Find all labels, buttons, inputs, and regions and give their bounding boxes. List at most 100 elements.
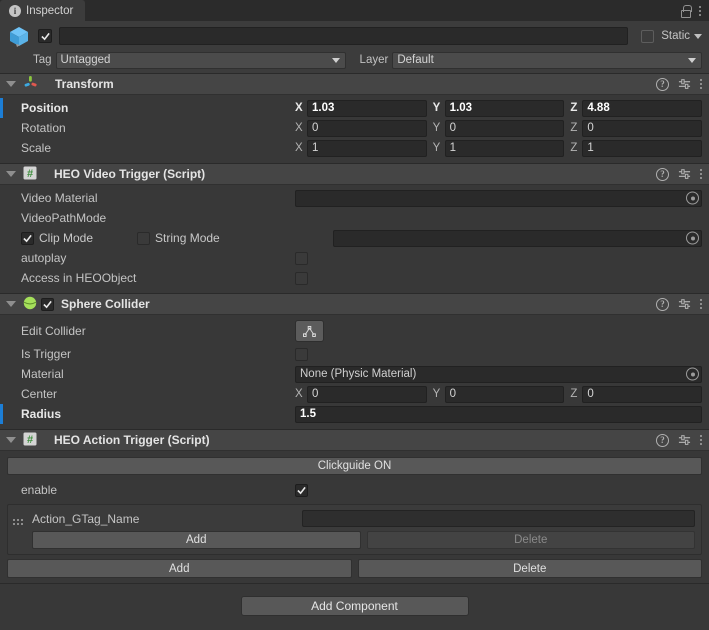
transform-rotation-row: Rotation X 0 Y 0 Z 0 (7, 118, 703, 138)
action-gtag-name-input[interactable] (302, 510, 695, 527)
sphere-collider-enabled-checkbox[interactable] (41, 297, 54, 311)
script-icon: # (23, 432, 37, 449)
is-trigger-checkbox[interactable] (295, 347, 308, 361)
static-label: Static (661, 30, 690, 42)
center-y-field[interactable]: Y 0 (432, 385, 565, 403)
preset-icon[interactable] (678, 434, 691, 447)
rotation-y-input[interactable]: 0 (444, 119, 565, 137)
axis-label-x: X (295, 388, 303, 400)
add-component-button[interactable]: Add Component (240, 596, 469, 616)
object-picker-icon[interactable] (686, 191, 699, 205)
gameobject-name-input[interactable] (59, 27, 629, 45)
tag-dropdown[interactable]: Untagged (55, 51, 346, 69)
heo-video-trigger-title: HEO Video Trigger (Script) (54, 167, 206, 181)
edit-collider-button[interactable] (295, 320, 324, 342)
tab-inspector-label: Inspector (26, 4, 74, 17)
heo-action-trigger-header-icons: ? (656, 433, 702, 447)
kebab-menu-icon[interactable] (700, 79, 702, 89)
foldout-arrow-icon[interactable] (6, 301, 16, 307)
access-in-heoobject-checkbox[interactable] (295, 271, 308, 285)
gameobject-header: Static Tag Untagged Layer Default (0, 21, 709, 73)
position-x-input[interactable]: 1.03 (307, 99, 427, 117)
scale-z-field[interactable]: Z 1 (570, 139, 703, 157)
autoplay-checkbox[interactable] (295, 251, 308, 265)
preset-icon[interactable] (678, 168, 691, 181)
position-y-field[interactable]: Y 1.03 (433, 99, 565, 117)
string-mode-toggle[interactable]: String Mode (137, 231, 220, 245)
heo-video-trigger-header[interactable]: # HEO Video Trigger (Script) ? (0, 164, 709, 185)
help-icon[interactable]: ? (656, 77, 669, 91)
scale-x-field[interactable]: X 1 (295, 139, 427, 157)
video-clip-object-field[interactable] (333, 229, 702, 247)
preset-icon[interactable] (678, 78, 691, 91)
radius-input[interactable]: 1.5 (295, 405, 702, 423)
layer-label: Layer (359, 54, 389, 66)
clip-mode-checkbox[interactable] (21, 231, 34, 245)
enable-checkbox[interactable] (295, 483, 308, 497)
clip-mode-toggle[interactable]: Clip Mode (21, 231, 93, 245)
chevron-down-icon (688, 57, 696, 63)
scale-x-input[interactable]: 1 (307, 139, 427, 157)
sphere-collider-icon (23, 296, 37, 313)
center-z-input[interactable]: 0 (582, 385, 703, 403)
static-checkbox[interactable] (641, 29, 655, 43)
tab-inspector[interactable]: i Inspector (0, 0, 86, 21)
center-x-input[interactable]: 0 (307, 385, 427, 403)
gameobject-enabled-checkbox[interactable] (38, 29, 52, 43)
string-mode-checkbox[interactable] (137, 231, 151, 245)
position-z-field[interactable]: Z 4.88 (570, 99, 703, 117)
outer-delete-button[interactable]: Delete (357, 559, 702, 578)
material-label: Material (21, 367, 64, 381)
kebab-menu-icon[interactable] (699, 5, 701, 16)
object-picker-icon[interactable] (686, 367, 699, 381)
sphere-collider-header[interactable]: Sphere Collider ? (0, 294, 709, 315)
edit-collider-label: Edit Collider (21, 324, 86, 338)
clickguide-toggle-button[interactable]: Clickguide ON (7, 457, 702, 475)
center-label: Center (21, 387, 58, 401)
lock-icon[interactable] (679, 4, 692, 18)
center-y-input[interactable]: 0 (444, 385, 565, 403)
rotation-z-field[interactable]: Z 0 (570, 119, 703, 137)
foldout-arrow-icon[interactable] (6, 171, 16, 177)
inner-add-button[interactable]: Add (32, 531, 361, 549)
help-icon[interactable]: ? (656, 433, 669, 447)
object-picker-icon[interactable] (686, 231, 699, 245)
scale-vector3: X 1 Y 1 Z 1 (295, 139, 703, 157)
scale-y-input[interactable]: 1 (444, 139, 565, 157)
string-mode-label: String Mode (155, 231, 220, 245)
heo-action-trigger-header[interactable]: # HEO Action Trigger (Script) ? (0, 430, 709, 451)
sphere-collider-header-icons: ? (656, 297, 702, 311)
material-object-field[interactable]: None (Physic Material) (295, 365, 702, 383)
outer-add-button[interactable]: Add (7, 559, 352, 578)
scale-y-field[interactable]: Y 1 (433, 139, 565, 157)
preset-icon[interactable] (678, 298, 691, 311)
cube-icon[interactable] (7, 24, 31, 48)
kebab-menu-icon[interactable] (700, 435, 702, 445)
help-icon[interactable]: ? (656, 297, 669, 311)
rotation-y-field[interactable]: Y 0 (433, 119, 565, 137)
rotation-z-input[interactable]: 0 (582, 119, 703, 137)
kebab-menu-icon[interactable] (700, 169, 702, 179)
kebab-menu-icon[interactable] (700, 299, 702, 309)
component-heo-video-trigger: # HEO Video Trigger (Script) ? Video Mat… (0, 163, 709, 293)
axis-label-y: Y (432, 388, 441, 400)
inspector-footer: Add Component (0, 583, 709, 630)
video-material-object-field[interactable] (295, 189, 702, 207)
center-z-field[interactable]: Z 0 (570, 385, 703, 403)
transform-header[interactable]: Transform ? (0, 74, 709, 95)
rotation-x-input[interactable]: 0 (307, 119, 427, 137)
svg-text:#: # (27, 168, 33, 180)
drag-handle-icon[interactable] (13, 519, 23, 525)
foldout-arrow-icon[interactable] (6, 437, 16, 443)
position-z-input[interactable]: 4.88 (582, 99, 703, 117)
rotation-x-field[interactable]: X 0 (295, 119, 427, 137)
static-dropdown[interactable]: Static (661, 30, 702, 42)
position-y-input[interactable]: 1.03 (444, 99, 565, 117)
foldout-arrow-icon[interactable] (6, 81, 16, 87)
position-x-field[interactable]: X 1.03 (295, 99, 427, 117)
center-x-field[interactable]: X 0 (295, 385, 427, 403)
layer-dropdown[interactable]: Default (392, 51, 702, 69)
heo-video-trigger-body: Video Material VideoPathMode Clip Mode S… (0, 185, 709, 293)
scale-z-input[interactable]: 1 (582, 139, 703, 157)
help-icon[interactable]: ? (656, 167, 669, 181)
